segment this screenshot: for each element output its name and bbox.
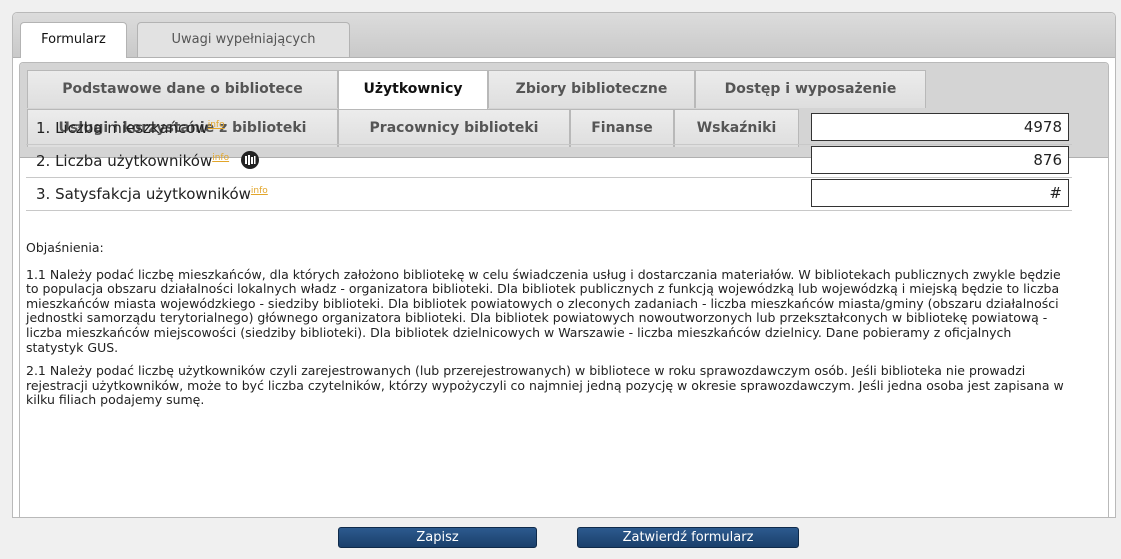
explanation-paragraph: 1.1 Należy podać liczbę mieszkańców, dla…	[26, 266, 1061, 355]
liczba-mieszkancow-input[interactable]: 4978	[811, 113, 1069, 141]
info-link[interactable]: info	[251, 186, 268, 196]
tab-zbiory-biblioteczne[interactable]: Zbiory biblioteczne	[488, 70, 695, 108]
explanations: Objaśnienia: 1.1 Należy podać liczbę mie…	[26, 240, 1072, 417]
satysfakcja-uzytkownikow-input[interactable]: #	[811, 179, 1069, 207]
field-label-text: 3. Satysfakcja użytkowników	[36, 185, 251, 203]
field-label: 1. Liczba mieszkańcówinfo	[36, 113, 225, 143]
tab-uwagi-wypelniajacych[interactable]: Uwagi wypełniających	[137, 22, 350, 57]
gus-data-icon[interactable]	[241, 150, 260, 169]
field-row-liczba-uzytkownikow: 2. Liczba użytkownikówinfo 876	[26, 145, 1072, 178]
field-label-text: 2. Liczba użytkowników	[36, 152, 213, 170]
confirm-form-button[interactable]: Zatwierdź formularz	[577, 527, 799, 548]
info-link[interactable]: info	[212, 153, 229, 163]
field-row-satysfakcja-uzytkownikow: 3. Satysfakcja użytkownikówinfo #	[26, 178, 1072, 211]
explanations-heading: Objaśnienia:	[26, 240, 104, 255]
tab-dostep-i-wyposazenie[interactable]: Dostęp i wyposażenie	[695, 70, 926, 108]
outer-tab-bar: Formularz Uwagi wypełniających	[13, 13, 1115, 58]
field-label-text: 1. Liczba mieszkańców	[36, 119, 208, 137]
field-row-liczba-mieszkancow: 1. Liczba mieszkańcówinfo 4978	[26, 112, 1072, 145]
field-label: 2. Liczba użytkownikówinfo	[36, 146, 260, 176]
explanation-paragraph: 2.1 Należy podać liczbę użytkowników czy…	[26, 363, 1064, 408]
field-list: 1. Liczba mieszkańcówinfo 4978 2. Liczba…	[26, 112, 1072, 211]
save-button[interactable]: Zapisz	[338, 527, 537, 548]
tab-formularz[interactable]: Formularz	[20, 22, 127, 58]
field-label: 3. Satysfakcja użytkownikówinfo	[36, 179, 268, 209]
liczba-uzytkownikow-input[interactable]: 876	[811, 146, 1069, 174]
tab-uzytkownicy[interactable]: Użytkownicy	[338, 70, 488, 109]
info-link[interactable]: info	[208, 120, 225, 130]
tab-podstawowe-dane[interactable]: Podstawowe dane o bibliotece	[27, 70, 338, 108]
